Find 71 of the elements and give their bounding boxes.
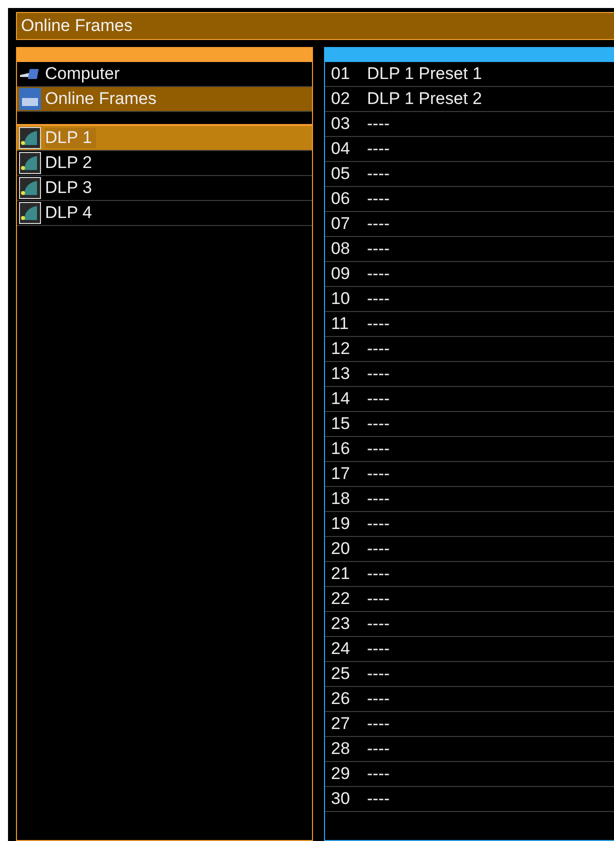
preset-name: ---- [367, 164, 390, 184]
preset-number: 25 [330, 664, 351, 684]
device-icon [19, 127, 41, 149]
preset-number: 08 [330, 239, 351, 259]
preset-number: 01 [330, 64, 351, 84]
preset-number: 05 [330, 164, 351, 184]
preset-number: 26 [330, 689, 351, 709]
preset-name: ---- [367, 239, 390, 259]
preset-name: ---- [367, 414, 390, 434]
preset-name: ---- [367, 789, 390, 809]
preset-name: ---- [367, 714, 390, 734]
preset-name: ---- [367, 264, 390, 284]
preset-name: ---- [367, 439, 390, 459]
preset-name: ---- [367, 514, 390, 534]
preset-name: ---- [367, 614, 390, 634]
preset-name: ---- [367, 764, 390, 784]
preset-number: 16 [330, 439, 351, 459]
preset-name: ---- [367, 364, 390, 384]
preset-number: 07 [330, 214, 351, 234]
preset-number: 09 [330, 264, 351, 284]
window-title: Online Frames [16, 12, 614, 40]
preset-name: ---- [367, 189, 390, 209]
preset-name: ---- [367, 689, 390, 709]
preset-name: ---- [367, 564, 390, 584]
preset-name: ---- [367, 464, 390, 484]
preset-number: 02 [330, 89, 351, 109]
source-item[interactable]: Online Frames [17, 87, 312, 112]
preset-name: ---- [367, 139, 390, 159]
preset-number: 29 [330, 764, 351, 784]
preset-name: DLP 1 Preset 1 [367, 64, 482, 84]
preset-number: 06 [330, 189, 351, 209]
device-icon [19, 177, 41, 199]
preset-name: ---- [367, 664, 390, 684]
frame-item[interactable]: DLP 2 [17, 151, 312, 176]
preset-number: 04 [330, 139, 351, 159]
preset-name: ---- [367, 314, 390, 334]
device-icon [19, 152, 41, 174]
preset-number: 18 [330, 489, 351, 509]
preset-number: 30 [330, 789, 351, 809]
lake-logo-icon [19, 88, 41, 110]
preset-number: 28 [330, 739, 351, 759]
preset-number: 10 [330, 289, 351, 309]
preset-number: 12 [330, 339, 351, 359]
frame-item[interactable]: DLP 4 [17, 201, 312, 226]
preset-name: ---- [367, 114, 390, 134]
preset-number: 17 [330, 464, 351, 484]
preset-number: 20 [330, 539, 351, 559]
preset-name: ---- [367, 214, 390, 234]
preset-name: ---- [367, 289, 390, 309]
preset-number: 27 [330, 714, 351, 734]
preset-name: DLP 1 Preset 2 [367, 89, 482, 109]
preset-number: 22 [330, 589, 351, 609]
preset-number: 23 [330, 614, 351, 634]
preset-name: ---- [367, 539, 390, 559]
preset-number: 03 [330, 114, 351, 134]
computer-icon [19, 67, 41, 81]
preset-number: 19 [330, 514, 351, 534]
preset-number: 11 [330, 314, 350, 334]
preset-number: 14 [330, 389, 351, 409]
preset-name: ---- [367, 589, 390, 609]
preset-name: ---- [367, 339, 390, 359]
preset-name: ---- [367, 389, 390, 409]
preset-number: 24 [330, 639, 351, 659]
preset-number: 15 [330, 414, 351, 434]
device-icon [19, 202, 41, 224]
preset-number: 13 [330, 364, 351, 384]
preset-name: ---- [367, 639, 390, 659]
preset-number: 21 [330, 564, 351, 584]
preset-name: ---- [367, 739, 390, 759]
preset-name: ---- [367, 489, 390, 509]
frame-item[interactable]: DLP 3 [17, 176, 312, 201]
